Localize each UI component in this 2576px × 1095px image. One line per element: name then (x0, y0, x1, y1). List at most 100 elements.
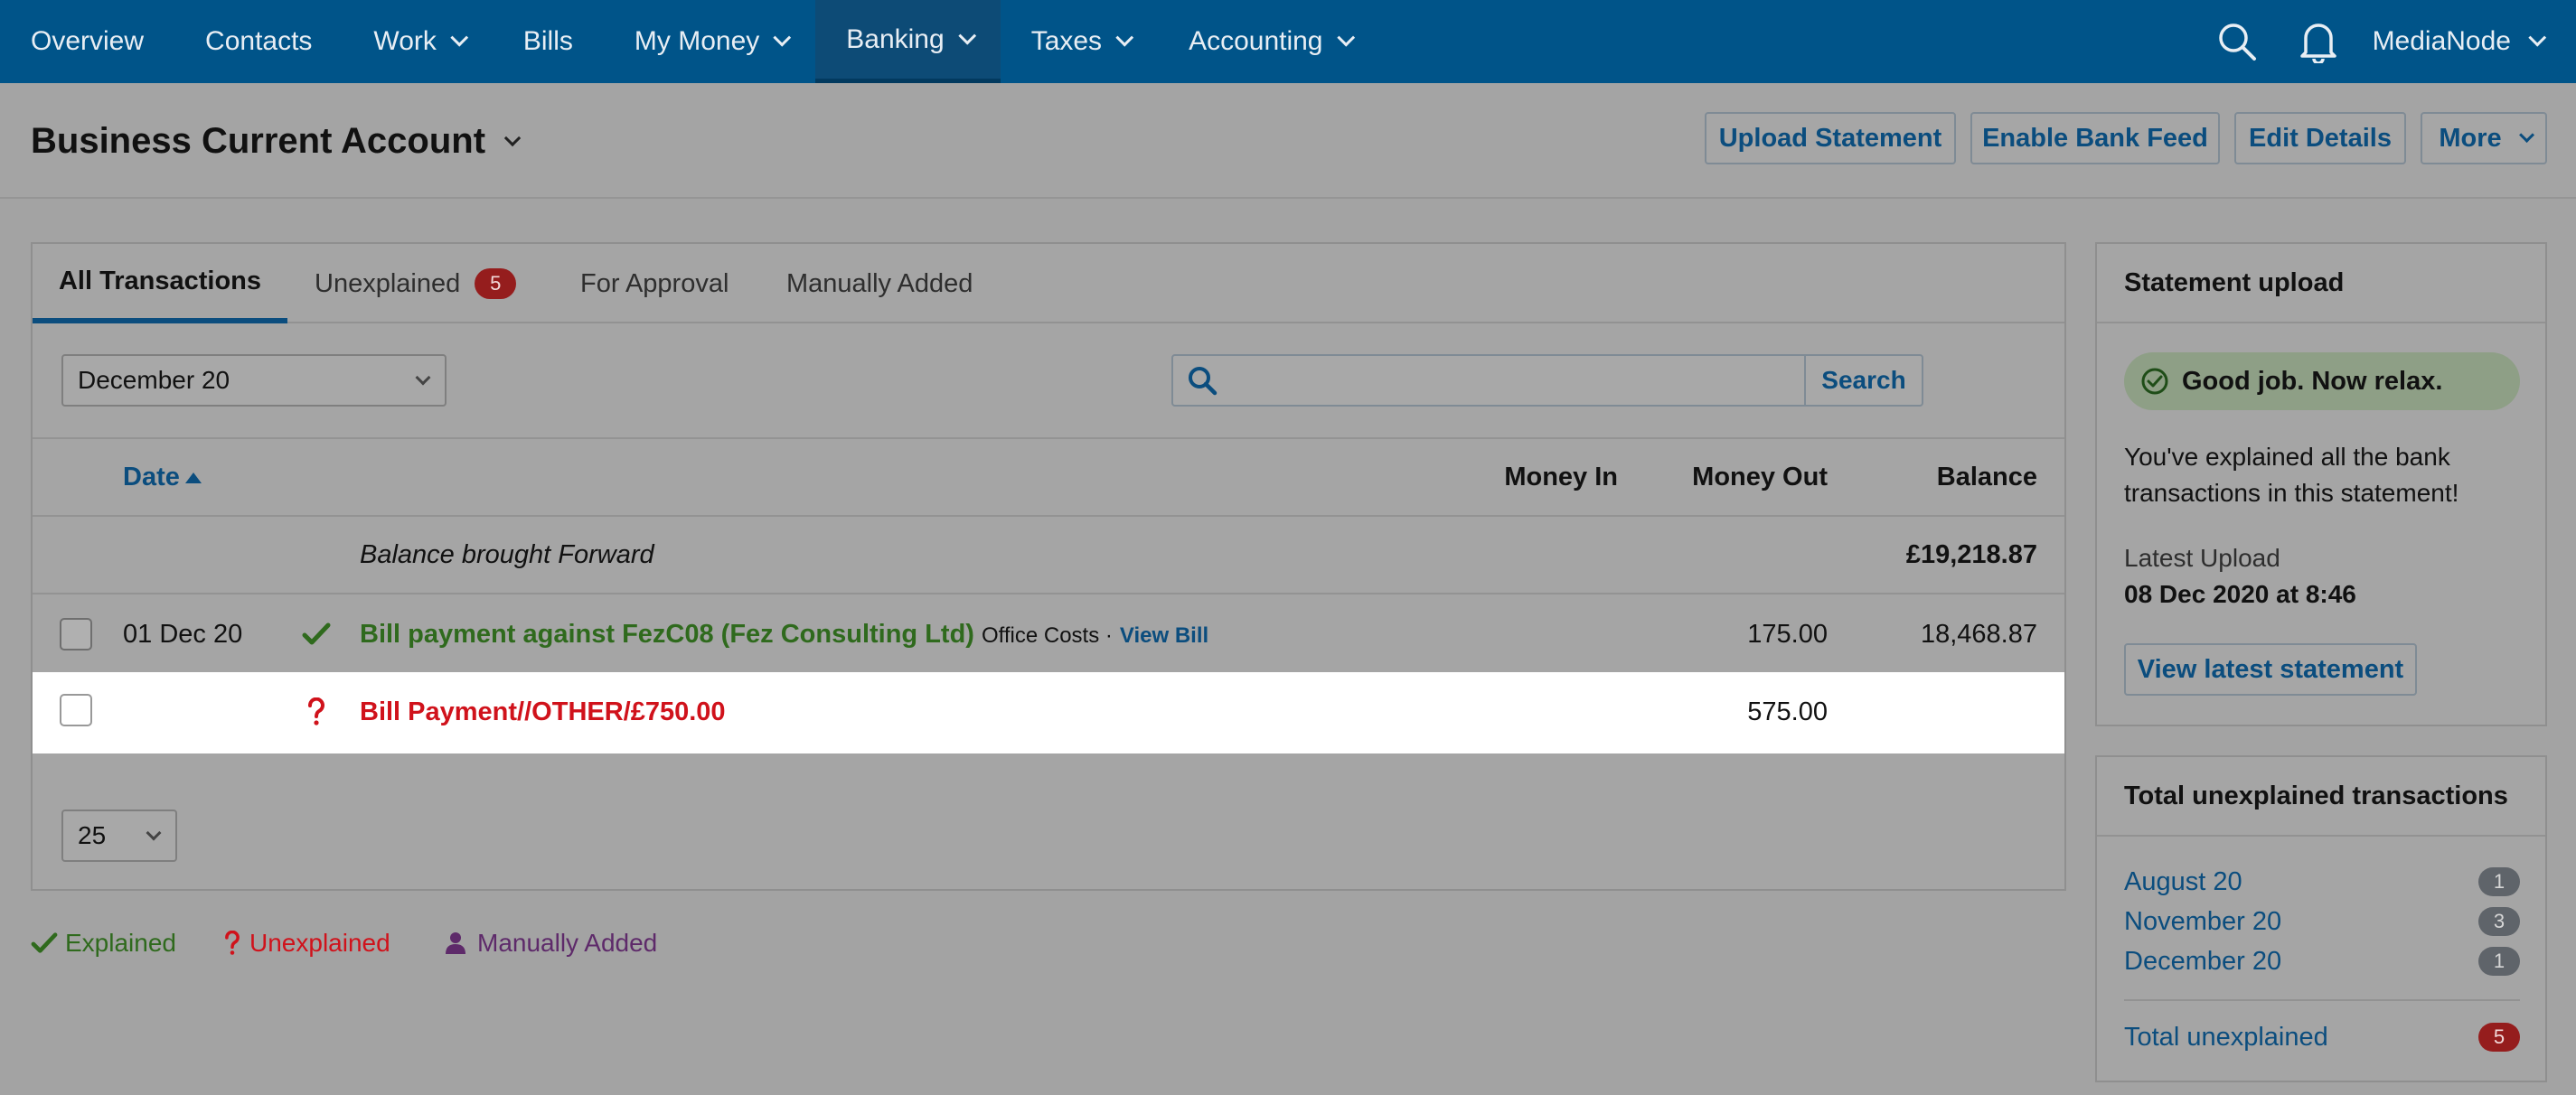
nav-bills-label: Bills (522, 26, 573, 56)
month-link[interactable]: August 20 (2124, 867, 2242, 897)
nav-accounting[interactable]: Accounting (1158, 0, 1378, 83)
month-item[interactable]: August 20 1 (2124, 864, 2520, 900)
date-column-header[interactable]: Date (123, 463, 202, 492)
tab-all-label: All Transactions (58, 266, 261, 295)
nav-overview-label: Overview (31, 26, 145, 56)
status-text: Good job. Now relax. (2182, 366, 2443, 396)
nav-my-money[interactable]: My Money (604, 0, 815, 83)
tab-manually-added[interactable]: Manually Added (786, 244, 973, 323)
account-selector[interactable]: Business Current Account (31, 121, 522, 162)
chevron-down-icon (415, 370, 431, 386)
upload-statement-label: Upload Statement (1718, 123, 1942, 153)
table-row: Balance brought Forward £19,218.87 (33, 515, 2064, 593)
month-count-badge: 3 (2478, 907, 2520, 936)
row-money-out: 575.00 (1747, 697, 1828, 726)
nav-work[interactable]: Work (343, 0, 492, 83)
view-bill-link[interactable]: View Bill (1120, 623, 1208, 649)
tab-approval-label: For Approval (580, 268, 729, 298)
enable-bank-feed-label: Enable Bank Feed (1982, 123, 2208, 153)
more-label: More (2439, 123, 2502, 153)
tab-for-approval[interactable]: For Approval (580, 244, 729, 323)
edit-details-button[interactable]: Edit Details (2234, 112, 2406, 164)
month-select-value: December 20 (78, 366, 230, 394)
nav-right: MediaNode (2210, 0, 2576, 83)
page-title: Business Current Account (31, 121, 486, 161)
page-size-value: 25 (78, 821, 107, 849)
nav-contacts-label: Contacts (205, 26, 313, 56)
nav-banking-label: Banking (846, 23, 945, 54)
statement-upload-panel: Statement upload Good job. Now relax. Yo… (2095, 242, 2547, 726)
question-mark-icon (308, 697, 324, 725)
upload-statement-button[interactable]: Upload Statement (1705, 112, 1956, 164)
row-date: 01 Dec 20 (123, 620, 243, 649)
month-link[interactable]: December 20 (2124, 947, 2281, 977)
user-name: MediaNode (2372, 26, 2511, 56)
page-size-select[interactable]: 25 (61, 810, 177, 862)
nav-accounting-label: Accounting (1189, 26, 1323, 56)
search-input[interactable] (1231, 356, 1804, 405)
chevron-down-icon (146, 825, 162, 841)
row-balance: 18,468.87 (1920, 620, 2037, 649)
tab-all-transactions[interactable]: All Transactions (33, 244, 287, 323)
tab-unexplained[interactable]: Unexplained 5 (315, 244, 517, 323)
explained-description: Bill payment against FezC08 (Fez Consult… (360, 620, 974, 649)
month-link[interactable]: November 20 (2124, 907, 2281, 937)
table-row[interactable]: 01 Dec 20 Bill payment against FezC08 (F… (33, 593, 2064, 672)
enable-bank-feed-button[interactable]: Enable Bank Feed (1970, 112, 2220, 164)
bell-icon[interactable] (2291, 0, 2346, 83)
month-select[interactable]: December 20 (61, 354, 447, 407)
money-in-header: Money In (1504, 463, 1618, 491)
view-latest-statement-button[interactable]: View latest statement (2124, 643, 2417, 696)
legend-explained: Explained (31, 929, 176, 958)
search-button[interactable]: Search (1804, 356, 1922, 405)
checkmark-icon (31, 932, 58, 953)
nav-taxes-label: Taxes (1030, 26, 1103, 56)
user-menu[interactable]: MediaNode (2373, 26, 2576, 57)
month-count-badge: 1 (2478, 947, 2520, 976)
search-icon[interactable] (2210, 0, 2264, 83)
nav-banking[interactable]: Banking (815, 0, 1001, 83)
month-item[interactable]: November 20 3 (2124, 903, 2520, 940)
row-checkbox[interactable] (60, 618, 92, 650)
unexplained-description: Bill Payment//OTHER/£750.00 (360, 697, 726, 726)
check-circle-icon (2141, 368, 2168, 395)
nav-taxes[interactable]: Taxes (1001, 0, 1158, 83)
divider (2124, 999, 2520, 1001)
legend-manual-label: Manually Added (477, 929, 658, 957)
unexplained-summary-title: Total unexplained transactions (2097, 757, 2545, 837)
legend-unexplained-label: Unexplained (249, 929, 390, 957)
total-unexplained-link[interactable]: Total unexplained (2124, 1023, 2328, 1053)
top-nav: Overview Contacts Work Bills My Money Ba… (0, 0, 2576, 83)
month-count-badge: 1 (2478, 867, 2520, 896)
nav-contacts[interactable]: Contacts (174, 0, 343, 83)
more-button[interactable]: More (2421, 112, 2547, 164)
unexplained-summary-panel: Total unexplained transactions August 20… (2095, 755, 2547, 1082)
chevron-down-icon (2528, 28, 2547, 47)
search-icon (1173, 356, 1231, 405)
total-unexplained-item[interactable]: Total unexplained 5 (2124, 1019, 2520, 1055)
legend-unexplained: Unexplained (224, 929, 390, 958)
nav-bills[interactable]: Bills (493, 0, 604, 83)
balance-header: Balance (1936, 463, 2037, 491)
statement-message: You've explained all the bank transactio… (2124, 443, 2459, 507)
chevron-down-icon (1336, 28, 1355, 47)
unexplained-count-badge: 5 (475, 268, 517, 299)
statement-upload-title: Statement upload (2097, 244, 2545, 323)
money-out-header: Money Out (1692, 463, 1828, 491)
month-item[interactable]: December 20 1 (2124, 943, 2520, 979)
brought-forward-label: Balance brought Forward (360, 540, 654, 569)
transaction-tabs: All Transactions Unexplained 5 For Approv… (33, 244, 2064, 323)
search-bar: Search (1171, 354, 1923, 407)
chevron-down-icon (2518, 126, 2534, 143)
table-header: Date Money In Money Out Balance (33, 437, 2064, 515)
row-checkbox[interactable] (60, 694, 92, 726)
person-icon (446, 932, 465, 954)
checkmark-icon (302, 622, 331, 645)
nav-my-money-label: My Money (634, 26, 760, 56)
tab-manual-label: Manually Added (786, 268, 973, 298)
row-category: Office Costs · (981, 623, 1113, 648)
question-mark-icon (225, 931, 240, 955)
table-row[interactable]: Bill Payment//OTHER/£750.00 575.00 (33, 672, 2064, 753)
nav-overview[interactable]: Overview (0, 0, 174, 83)
chevron-down-icon (503, 129, 522, 147)
